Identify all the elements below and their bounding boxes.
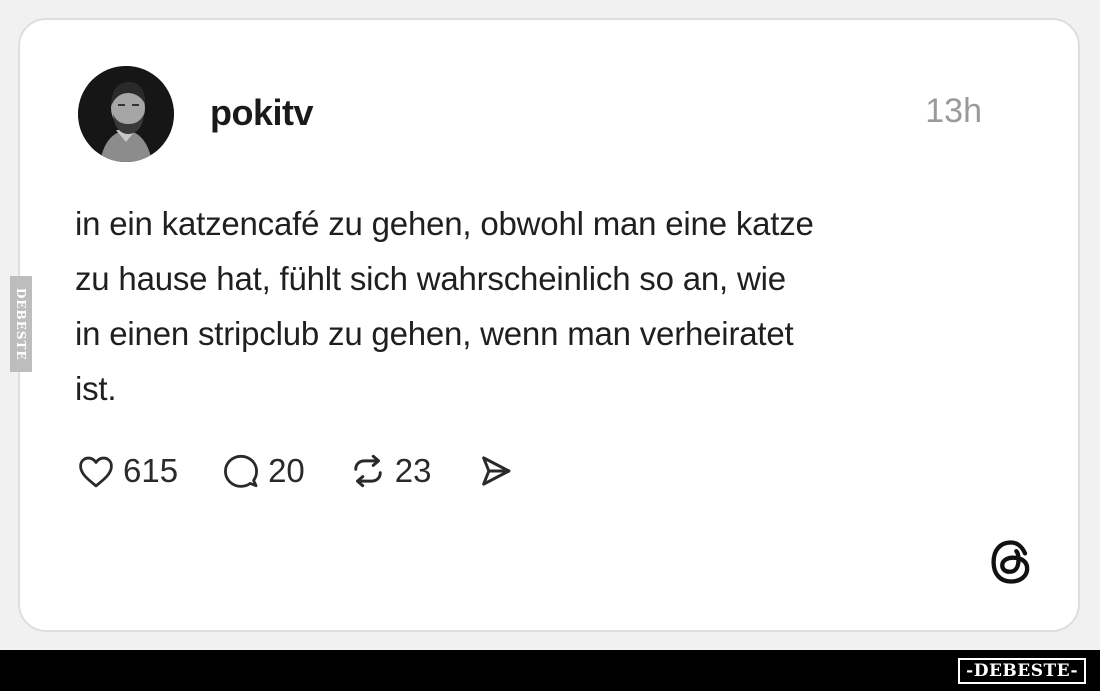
avatar[interactable] bbox=[78, 66, 174, 162]
heart-icon bbox=[79, 456, 113, 488]
username[interactable]: pokitv bbox=[210, 92, 314, 134]
like-count: 615 bbox=[123, 452, 179, 489]
side-watermark: DEBESTE bbox=[10, 276, 32, 372]
threads-logo-icon[interactable] bbox=[986, 536, 1038, 588]
bottom-watermark-logo: -DEBESTE- bbox=[958, 658, 1086, 684]
post-card: pokitv 13h in ein katzencafé zu gehen, o… bbox=[18, 18, 1080, 632]
post-text-line: ist. bbox=[75, 370, 117, 407]
side-watermark-text: DEBESTE bbox=[14, 287, 28, 361]
reply-button[interactable]: 20 bbox=[220, 450, 305, 492]
watermark-bar: -DEBESTE- bbox=[0, 650, 1100, 691]
send-icon bbox=[481, 456, 510, 486]
reply-count: 20 bbox=[268, 452, 305, 489]
avatar-image bbox=[78, 66, 174, 162]
post-timestamp: 13h bbox=[925, 92, 982, 130]
repost-icon bbox=[354, 454, 382, 488]
like-button[interactable]: 615 bbox=[75, 450, 178, 492]
repost-button[interactable]: 23 bbox=[347, 450, 432, 492]
action-bar: 615 20 23 bbox=[75, 448, 558, 494]
post-text: in ein katzencafé zu gehen, obwohl man e… bbox=[75, 196, 995, 416]
post-text-line: zu hause hat, fühlt sich wahrscheinlich … bbox=[75, 260, 786, 297]
repost-count: 23 bbox=[394, 452, 432, 489]
speech-bubble-icon bbox=[224, 454, 259, 488]
post-text-line: in ein katzencafé zu gehen, obwohl man e… bbox=[75, 205, 814, 242]
post-text-line: in einen stripclub zu gehen, wenn man ve… bbox=[75, 315, 794, 352]
share-button[interactable] bbox=[474, 450, 516, 492]
